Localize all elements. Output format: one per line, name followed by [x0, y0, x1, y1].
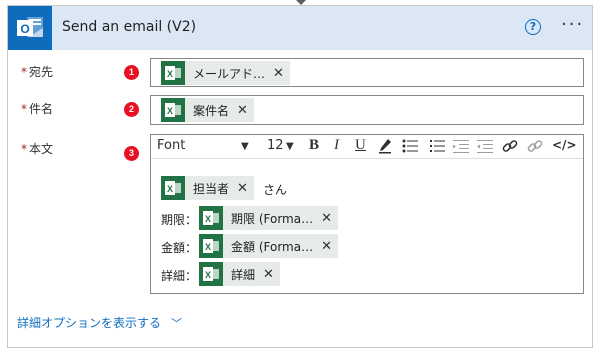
excel-icon: X: [199, 234, 223, 258]
token-label: メールアド…: [193, 66, 266, 81]
token-label: 詳細: [231, 267, 256, 282]
excel-icon: X: [199, 206, 223, 230]
svg-text:X: X: [205, 242, 211, 252]
outdent-icon[interactable]: [453, 139, 469, 157]
dynamic-token[interactable]: X メールアド… ✕: [161, 61, 290, 85]
body-text: 詳細：: [161, 269, 198, 283]
excel-icon: X: [199, 262, 223, 286]
step-badge-3: 3: [124, 146, 139, 161]
token-label: 担当者: [193, 181, 230, 196]
close-icon[interactable]: ✕: [237, 182, 248, 195]
pen-icon[interactable]: [378, 138, 392, 158]
italic-button[interactable]: I: [334, 137, 339, 154]
bold-button[interactable]: B: [309, 137, 319, 154]
dynamic-token[interactable]: X 金額 (Forma… ✕: [199, 234, 338, 258]
action-title: Send an email (V2): [62, 19, 197, 35]
svg-text:X: X: [167, 184, 173, 194]
close-icon[interactable]: ✕: [263, 268, 274, 281]
underline-button[interactable]: U: [355, 137, 366, 154]
step-badge-1: 1: [124, 65, 139, 80]
required-mark: *: [21, 142, 27, 156]
unlink-icon[interactable]: [527, 138, 543, 158]
action-header[interactable]: O Send an email (V2) ? ···: [8, 6, 592, 50]
subject-field[interactable]: X 案件名 ✕: [150, 95, 584, 125]
body-editor[interactable]: Font ▼ 12 ▼ B I U </> X 担当者 ✕ さん 期限： X 期…: [150, 134, 584, 294]
svg-text:X: X: [167, 69, 173, 79]
dynamic-token[interactable]: X 期限 (Forma… ✕: [199, 206, 338, 230]
chevron-down-icon[interactable]: ▼: [241, 141, 249, 152]
body-label-text: 本文: [29, 142, 54, 156]
subject-label: * 件名: [21, 100, 53, 117]
numbered-list-icon[interactable]: [429, 139, 445, 157]
body-text: 金額：: [161, 241, 198, 255]
svg-text:X: X: [205, 270, 211, 280]
dynamic-token[interactable]: X 担当者 ✕: [161, 176, 254, 200]
token-label: 案件名: [193, 103, 230, 118]
close-icon[interactable]: ✕: [237, 104, 248, 117]
to-label: * 宛先: [21, 63, 53, 80]
action-card: O Send an email (V2) ? ··· * 宛先 1 X メールアド…: [7, 5, 593, 348]
to-label-text: 宛先: [29, 65, 54, 79]
subject-label-text: 件名: [29, 102, 54, 116]
close-icon[interactable]: ✕: [321, 240, 332, 253]
excel-icon: X: [161, 98, 185, 122]
excel-icon: X: [161, 61, 185, 85]
body-text: 期限：: [161, 213, 198, 227]
indent-icon[interactable]: [477, 139, 493, 157]
excel-icon: X: [161, 176, 185, 200]
required-mark: *: [21, 102, 27, 116]
chevron-down-icon: ﹀: [171, 317, 183, 330]
advanced-options-label: 詳細オプションを表示する: [17, 316, 162, 330]
chevron-down-icon[interactable]: ▼: [286, 141, 294, 152]
step-badge-2: 2: [124, 102, 139, 117]
close-icon[interactable]: ✕: [321, 212, 332, 225]
to-field[interactable]: X メールアド… ✕: [150, 58, 584, 87]
dynamic-token[interactable]: X 案件名 ✕: [161, 98, 254, 122]
svg-text:X: X: [205, 214, 211, 224]
more-icon[interactable]: ···: [561, 14, 584, 35]
advanced-options-link[interactable]: 詳細オプションを表示する ﹀: [17, 314, 182, 331]
font-size-select[interactable]: 12: [267, 138, 284, 153]
token-label: 期限 (Forma…: [231, 211, 314, 226]
outlook-icon: O: [8, 6, 52, 50]
body-text: さん: [263, 183, 288, 197]
font-select[interactable]: Font: [157, 138, 185, 153]
code-icon[interactable]: </>: [552, 138, 577, 152]
dynamic-token[interactable]: X 詳細 ✕: [199, 262, 280, 286]
link-icon[interactable]: [502, 138, 518, 158]
bullet-list-icon[interactable]: [402, 139, 418, 157]
help-icon[interactable]: ?: [525, 19, 541, 35]
svg-text:O: O: [20, 22, 29, 36]
rich-text-toolbar: Font ▼ 12 ▼ B I U </>: [151, 135, 583, 159]
svg-text:X: X: [167, 106, 173, 116]
token-label: 金額 (Forma…: [231, 239, 314, 254]
required-mark: *: [21, 65, 27, 79]
close-icon[interactable]: ✕: [273, 67, 284, 80]
body-label: * 本文: [21, 140, 53, 157]
